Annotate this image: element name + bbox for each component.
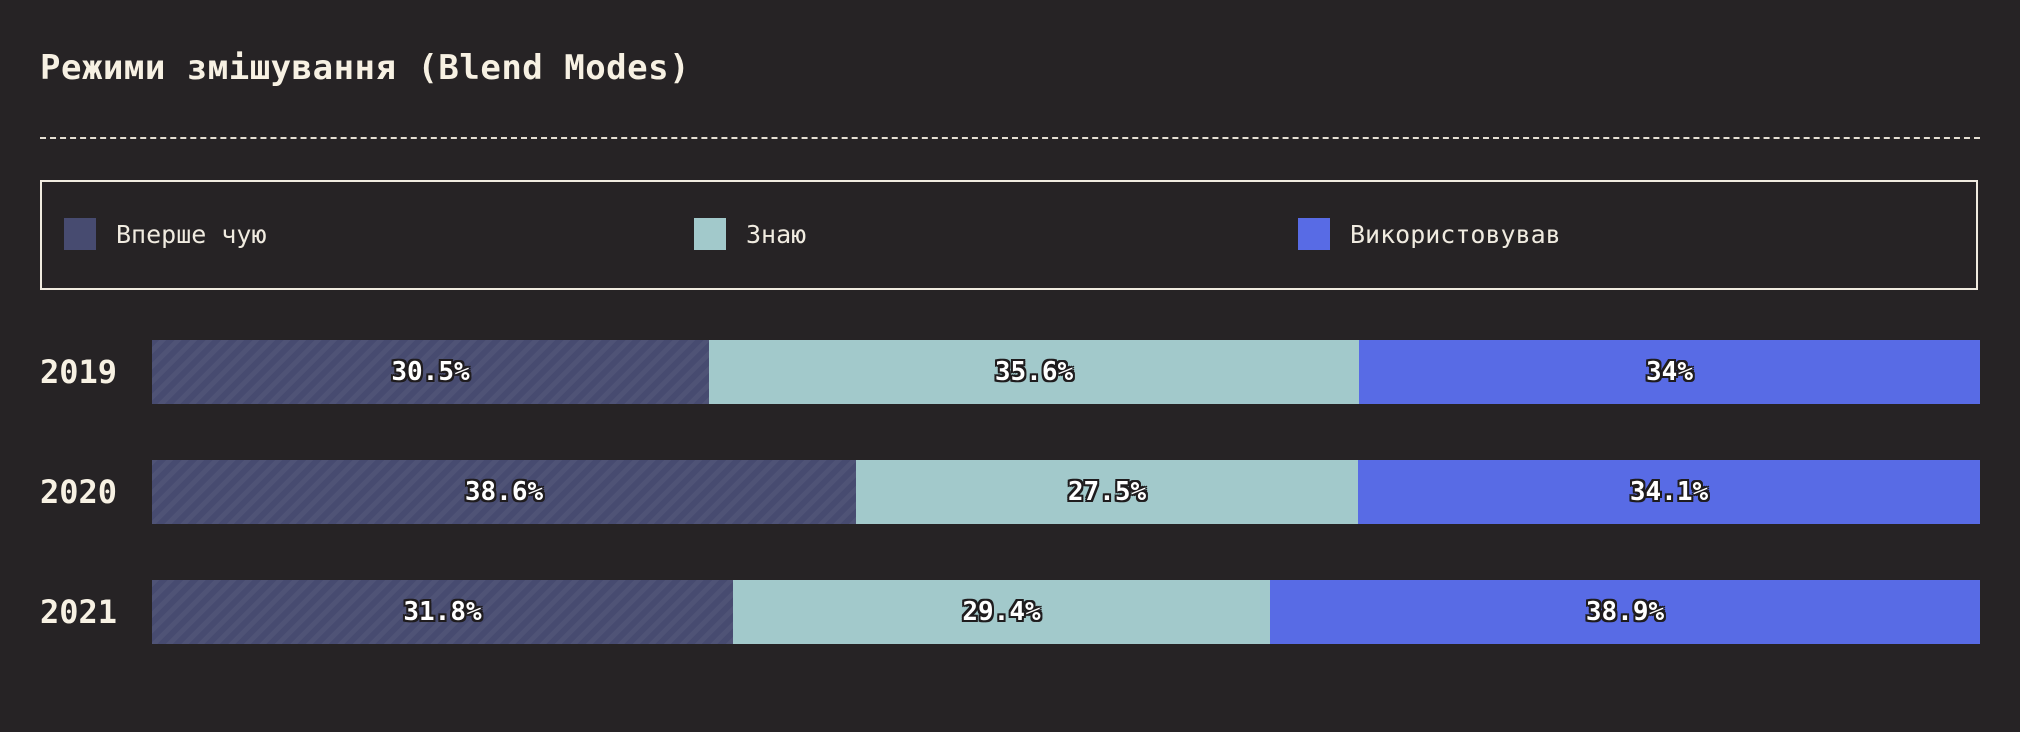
- legend-label-series-1: Знаю: [746, 219, 807, 249]
- bar-segment-2020-series-1: 27.5%: [856, 460, 1358, 524]
- data-label: 38.9%: [1585, 597, 1665, 627]
- legend-item-series-0: Вперше чую: [64, 218, 267, 250]
- bar-segment-2021-series-2: 38.9%: [1270, 580, 1980, 644]
- legend: Вперше чую Знаю Використовував: [40, 180, 1978, 290]
- data-label: 38.6%: [464, 477, 544, 507]
- data-label: 30.5%: [391, 357, 470, 387]
- bar-segment-2020-series-0: 38.6%: [152, 460, 856, 524]
- bar-row-1: 38.6% 27.5% 34.1%: [152, 460, 1980, 524]
- legend-swatch-series-0: [64, 218, 96, 250]
- data-label: 34.1%: [1629, 477, 1709, 507]
- legend-item-series-2: Використовував: [1298, 218, 1561, 250]
- title-divider: [40, 137, 1980, 139]
- data-label: 34%: [1646, 357, 1693, 387]
- legend-swatch-series-2: [1298, 218, 1330, 250]
- bar-segment-2019-series-0: 30.5%: [152, 340, 709, 404]
- bar-segment-2021-series-0: 31.8%: [152, 580, 733, 644]
- legend-item-series-1: Знаю: [694, 218, 806, 250]
- data-label: 29.4%: [962, 597, 1041, 627]
- data-label: 31.8%: [403, 597, 482, 627]
- chart-title: Режими змішування (Blend Modes): [40, 48, 691, 88]
- bar-row-0: 30.5% 35.6% 34%: [152, 340, 1980, 404]
- data-label: 27.5%: [1067, 477, 1147, 507]
- legend-label-series-2: Використовував: [1350, 219, 1561, 249]
- category-label: 2020: [40, 473, 118, 511]
- legend-label-series-0: Вперше чую: [116, 219, 267, 249]
- data-label: 35.6%: [994, 357, 1074, 387]
- bar-row-2: 31.8% 29.4% 38.9%: [152, 580, 1980, 644]
- bar-segment-2020-series-2: 34.1%: [1358, 460, 1980, 524]
- bar-segment-2019-series-1: 35.6%: [709, 340, 1359, 404]
- category-label: 2021: [40, 593, 118, 631]
- bar-segment-2019-series-2: 34%: [1359, 340, 1980, 404]
- legend-swatch-series-1: [694, 218, 726, 250]
- bar-segment-2021-series-1: 29.4%: [733, 580, 1270, 644]
- category-label: 2019: [40, 353, 118, 391]
